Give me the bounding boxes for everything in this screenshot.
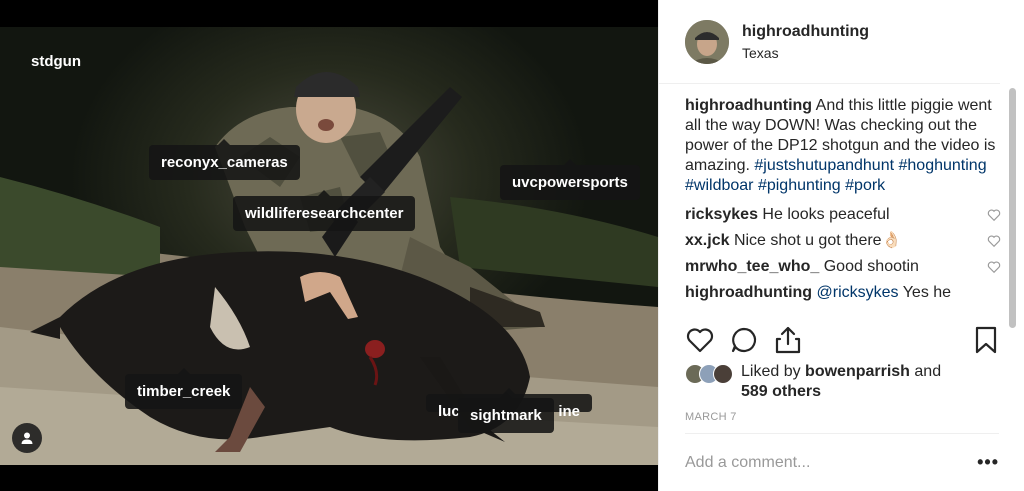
comment-text: He looks peaceful bbox=[762, 206, 890, 223]
comment-text: Nice shot u got there👌🏻 bbox=[733, 232, 902, 249]
likes-others-link[interactable]: 589 others bbox=[741, 383, 821, 400]
comment-icon[interactable] bbox=[729, 325, 759, 355]
more-options-button[interactable]: ••• bbox=[977, 452, 999, 473]
tag-stdgun[interactable]: stdgun bbox=[31, 53, 81, 70]
post-header: highroadhunting Texas bbox=[659, 0, 1000, 84]
comment-username[interactable]: ricksykes bbox=[685, 206, 758, 223]
post-photo[interactable]: stdgun reconyx_cameras uvcpowersports wi… bbox=[0, 0, 658, 491]
hashtag-link[interactable]: #pork bbox=[845, 177, 885, 194]
heart-icon[interactable] bbox=[685, 325, 715, 355]
post-date[interactable]: MARCH 7 bbox=[685, 411, 737, 423]
liker-username[interactable]: bowenparrish bbox=[805, 363, 910, 380]
avatar-image bbox=[685, 19, 729, 64]
hashtag-link[interactable]: #justshutupandhunt bbox=[754, 157, 894, 174]
tag-reconyx-cameras[interactable]: reconyx_cameras bbox=[149, 139, 300, 180]
likes-summary: Liked by bowenparrish and 589 others bbox=[685, 362, 941, 402]
comment-username[interactable]: highroadhunting bbox=[685, 284, 812, 301]
post-location[interactable]: Texas bbox=[742, 45, 869, 61]
comments-list[interactable]: highroadhunting And this little piggie w… bbox=[685, 96, 1001, 318]
user-icon bbox=[21, 432, 33, 444]
tag-sightmark[interactable]: sightmark bbox=[458, 392, 554, 433]
comment-like-icon[interactable] bbox=[987, 260, 1001, 274]
add-comment-input[interactable] bbox=[685, 453, 945, 472]
comment-item: mrwho_tee_who_ Good shootin bbox=[685, 254, 1001, 280]
comment-username[interactable]: mrwho_tee_who_ bbox=[685, 258, 819, 275]
liker-avatars[interactable] bbox=[685, 364, 733, 384]
tag-timber-creek[interactable]: timber_creek bbox=[125, 368, 243, 409]
post-details-panel: highroadhunting Texas highroadhunting An… bbox=[658, 0, 1024, 491]
tag-lucas-suffix: ine bbox=[558, 403, 580, 420]
tag-wildliferesearchcenter[interactable]: wildliferesearchcenter bbox=[233, 190, 416, 231]
comment-item: highroadhunting @ricksykes Yes he bbox=[685, 280, 1001, 306]
likes-text: Liked by bowenparrish and 589 others bbox=[741, 362, 941, 402]
avatar bbox=[713, 364, 733, 384]
comment-item: xx.jck Nice shot u got there👌🏻 bbox=[685, 228, 1001, 254]
tag-lucas-prefix: luc bbox=[438, 403, 460, 420]
post-author-username[interactable]: highroadhunting bbox=[742, 23, 869, 41]
likes-prefix: Liked by bbox=[741, 363, 801, 380]
add-comment-bar: ••• bbox=[685, 433, 999, 491]
comment-item: ricksykes He looks peaceful bbox=[685, 202, 1001, 228]
bookmark-icon[interactable] bbox=[971, 325, 1001, 355]
user-tags-button[interactable] bbox=[12, 423, 42, 453]
comment-username[interactable]: xx.jck bbox=[685, 232, 729, 249]
avatar[interactable] bbox=[685, 19, 729, 64]
likes-and: and bbox=[914, 363, 942, 380]
comment-text: Yes he bbox=[902, 284, 952, 301]
hashtag-link[interactable]: #pighunting bbox=[758, 177, 841, 194]
header-text: highroadhunting Texas bbox=[742, 23, 869, 61]
comments-scrollbar[interactable] bbox=[1009, 88, 1016, 328]
caption-username[interactable]: highroadhunting bbox=[685, 97, 812, 114]
hashtag-link[interactable]: #wildboar bbox=[685, 177, 753, 194]
comment-mention[interactable]: @ricksykes bbox=[817, 284, 899, 301]
caption: highroadhunting And this little piggie w… bbox=[685, 96, 1001, 196]
tag-uvcpowersports[interactable]: uvcpowersports bbox=[500, 159, 640, 200]
comment-like-icon[interactable] bbox=[987, 234, 1001, 248]
comment-like-icon[interactable] bbox=[987, 208, 1001, 222]
post-actions bbox=[685, 325, 1001, 355]
comment-text: Good shootin bbox=[823, 258, 919, 275]
share-icon[interactable] bbox=[773, 325, 803, 355]
hashtag-link[interactable]: #hoghunting bbox=[899, 157, 987, 174]
